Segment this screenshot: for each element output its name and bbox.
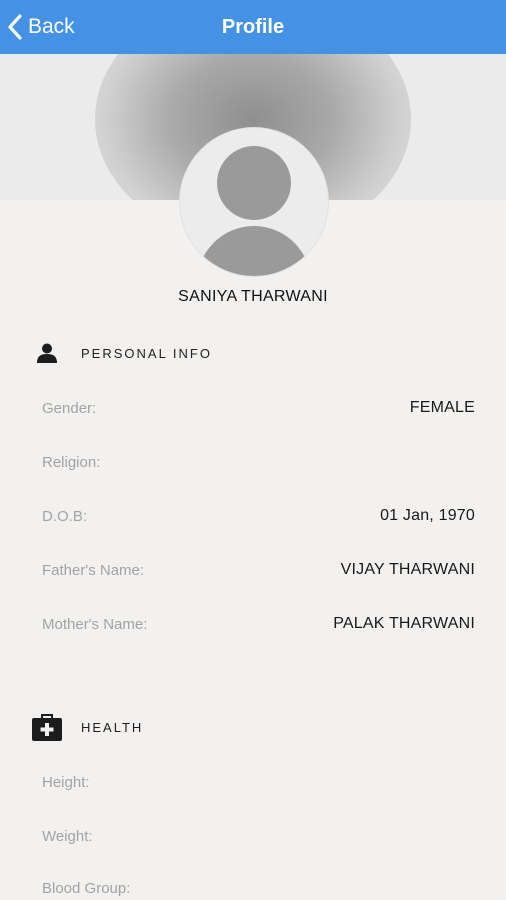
personal-info-header: PERSONAL INFO [32,338,212,368]
row-label: Religion: [42,453,101,471]
personal-info-title: PERSONAL INFO [81,345,212,361]
row-label: Gender: [42,399,97,417]
row-label: Blood Group: [42,879,131,897]
health-header: HEALTH [32,712,143,742]
row-label: Weight: [42,827,93,845]
info-row-gender: Gender: FEMALE [42,396,475,420]
info-row-father-name: Father's Name: VIJAY THARWANI [42,558,475,582]
row-label: D.O.B: [42,507,88,525]
info-row-weight: Weight: [42,824,475,848]
health-title: HEALTH [81,719,144,735]
info-row-dob: D.O.B: 01 Jan, 1970 [42,504,475,528]
row-label: Height: [42,773,90,791]
page-title: Profile [221,16,285,38]
row-label: Father's Name: [42,561,145,579]
info-row-religion: Religion: [42,450,475,474]
profile-name: SANIYA THARWANI [178,288,328,305]
row-value: VIJAY THARWANI [340,561,475,578]
info-row-blood-group: Blood Group: [42,876,475,900]
info-row-height: Height: [42,770,475,794]
row-value: 01 Jan, 1970 [380,507,475,524]
row-value: PALAK THARWANI [333,615,475,632]
row-label: Mother's Name: [42,615,148,633]
info-row-mother-name: Mother's Name: PALAK THARWANI [42,612,475,636]
medical-kit-icon [32,712,62,742]
top-navbar: Back Profile [0,0,506,54]
row-value: FEMALE [409,399,475,416]
person-icon [32,338,62,368]
avatar[interactable] [180,128,328,276]
